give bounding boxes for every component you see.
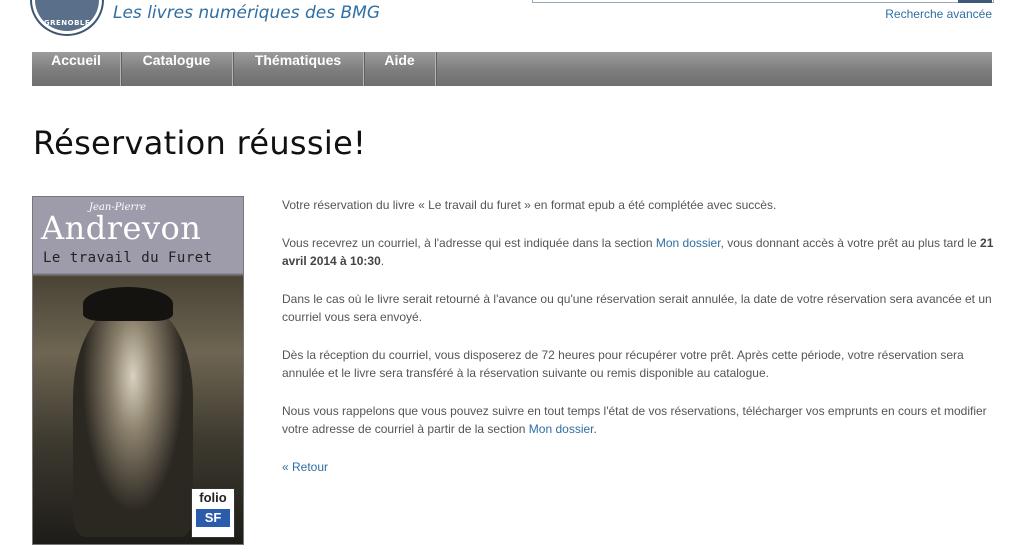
email-notice-text-c: .: [380, 254, 385, 268]
advanced-search-link[interactable]: Recherche avancée: [885, 7, 992, 21]
email-notice-text-a: Vous recevrez un courriel, à l'adresse q…: [282, 236, 656, 250]
reminder-text-b: .: [593, 422, 597, 436]
site-tagline: Les livres numériques des BMG: [113, 3, 380, 23]
reminder-paragraph: Nous vous rappelons que vous pouvez suiv…: [282, 402, 994, 438]
nav-item-catalogue[interactable]: Catalogue: [121, 52, 233, 86]
mon-dossier-link-2[interactable]: Mon dossier: [529, 422, 594, 436]
cover-title: Le travail du Furet: [43, 250, 213, 266]
mon-dossier-link[interactable]: Mon dossier: [656, 236, 721, 250]
search-input[interactable]: [532, 0, 994, 3]
early-return-paragraph: Dans le cas où le livre serait retourné …: [282, 292, 992, 324]
main-nav: Accueil Catalogue Thématiques Aide: [32, 52, 992, 86]
nav-item-accueil[interactable]: Accueil: [32, 52, 121, 86]
reminder-text-a: Nous vous rappelons que vous pouvez suiv…: [282, 404, 987, 436]
email-notice-text-b: , vous donnant accès à votre prêt au plu…: [720, 236, 981, 250]
publisher-logo-folio: folio: [199, 490, 227, 505]
book-cover: Jean-Pierre Andrevon Le travail du Furet…: [32, 196, 244, 545]
search-button[interactable]: [958, 0, 992, 3]
library-logo[interactable]: GRENOBLE: [32, 0, 102, 34]
email-notice-paragraph: Vous recevrez un courriel, à l'adresse q…: [282, 234, 994, 270]
cover-illustration: [73, 307, 193, 537]
publisher-logo: folio SF: [191, 488, 235, 538]
publisher-logo-sf: SF: [196, 509, 230, 527]
pickup-period-paragraph: Dès la réception du courriel, vous dispo…: [282, 348, 964, 380]
confirmation-paragraph: Votre réservation du livre « Le travail …: [282, 198, 777, 212]
reservation-message: Votre réservation du livre « Le travail …: [282, 196, 994, 496]
cover-hat-shape: [83, 287, 173, 321]
page-title: Réservation réussie!: [33, 124, 367, 162]
cover-author-name: Andrevon: [41, 209, 202, 247]
logo-text: GRENOBLE: [43, 19, 91, 27]
nav-item-thematiques[interactable]: Thématiques: [233, 52, 364, 86]
back-link[interactable]: « Retour: [282, 460, 328, 474]
nav-item-aide[interactable]: Aide: [364, 52, 436, 86]
